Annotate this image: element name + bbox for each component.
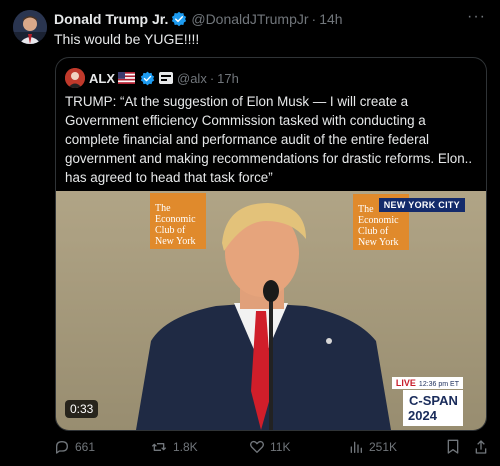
bookmark-icon xyxy=(447,439,459,454)
reply-button[interactable]: 661 xyxy=(54,439,95,455)
video-player[interactable]: The Economic Club of New York The Econom… xyxy=(56,191,486,430)
live-badge: LIVE 12:36 pm ET xyxy=(391,377,463,389)
like-button[interactable]: 11K xyxy=(249,439,290,455)
author-handle[interactable]: @DonaldJTrumpJr xyxy=(191,11,308,27)
reply-count: 661 xyxy=(75,440,96,454)
verified-badge-icon xyxy=(140,71,155,85)
avatar[interactable] xyxy=(13,10,47,44)
repost-icon xyxy=(151,443,167,451)
tweet-time[interactable]: 14h xyxy=(319,11,342,27)
club-logo-left: The Economic Club of New York xyxy=(155,203,196,247)
tweet-header: Donald Trump Jr. @DonaldJTrumpJr · 14h xyxy=(54,11,343,27)
repost-button[interactable]: 1.8K xyxy=(150,439,198,455)
separator-dot: · xyxy=(311,11,317,27)
view-count: 251K xyxy=(369,440,398,454)
quoted-avatar[interactable] xyxy=(65,68,85,88)
share-button[interactable] xyxy=(474,439,493,455)
quoted-handle[interactable]: @alx xyxy=(177,71,207,86)
location-banner: NEW YORK CITY xyxy=(378,198,465,212)
quoted-header: ALX @alx · 17h xyxy=(65,68,239,88)
heart-icon xyxy=(250,440,264,453)
author-name[interactable]: Donald Trump Jr. xyxy=(54,11,168,27)
network-logo: C-SPAN 2024 xyxy=(403,390,463,426)
separator-dot: · xyxy=(209,70,215,86)
more-icon[interactable]: ··· xyxy=(467,8,486,26)
verified-badge-icon xyxy=(172,11,187,27)
us-flag-icon xyxy=(118,72,135,84)
reply-icon xyxy=(56,441,68,454)
quoted-tweet[interactable]: ALX @alx · 17h TRUMP: “At the suggestion… xyxy=(55,57,487,431)
affiliate-badge-icon[interactable] xyxy=(159,72,173,84)
views-button[interactable]: 251K xyxy=(348,439,397,455)
repost-count: 1.8K xyxy=(173,440,198,454)
quoted-text: TRUMP: “At the suggestion of Elon Musk —… xyxy=(65,94,473,185)
tweet-text: This would be YUGE!!!! xyxy=(54,31,200,47)
video-duration: 0:33 xyxy=(65,400,99,418)
quoted-time[interactable]: 17h xyxy=(217,71,239,86)
like-count: 11K xyxy=(270,440,291,454)
share-icon xyxy=(475,440,487,454)
quoted-author-name[interactable]: ALX xyxy=(89,71,115,86)
analytics-icon xyxy=(350,441,362,453)
action-bar: 661 1.8K 11K 251K xyxy=(0,439,500,459)
bookmark-button[interactable] xyxy=(446,439,465,455)
